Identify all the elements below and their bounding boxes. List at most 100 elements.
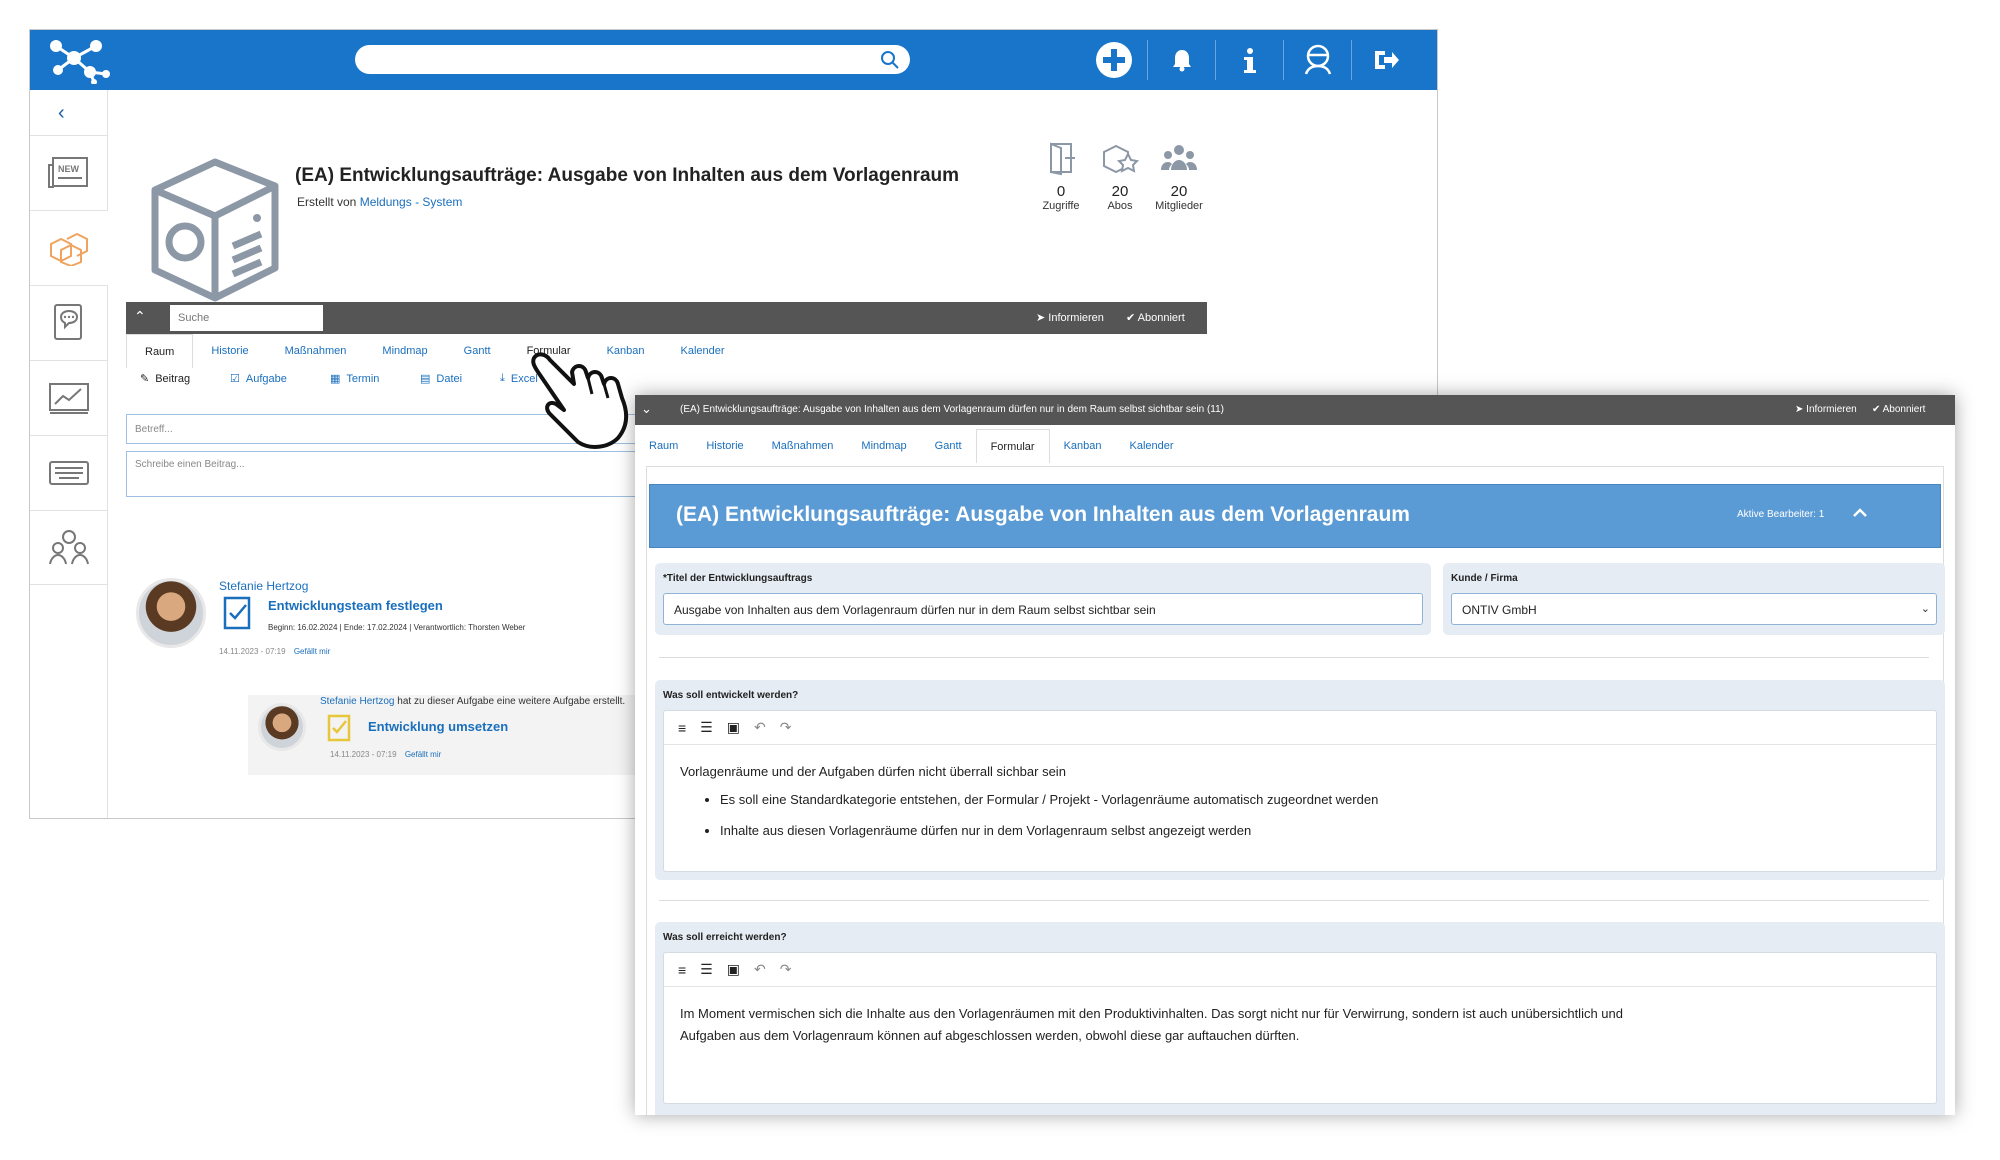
info-icon[interactable] <box>1228 38 1272 82</box>
divider <box>1147 40 1148 80</box>
bell-icon[interactable] <box>1160 38 1204 82</box>
feed-task-title[interactable]: Entwicklungsteam festlegen <box>268 598 443 613</box>
room-toolbar: ⌃ Suche ➤ Informieren ✔ Abonniert <box>126 302 1207 334</box>
bullet-list-icon[interactable]: ☰ <box>700 719 713 736</box>
tab-gantt[interactable]: Gantt <box>921 429 976 463</box>
reply-container <box>248 695 668 775</box>
creator-link[interactable]: Meldungs - System <box>360 195 463 209</box>
post-type-datei[interactable]: ▤ Datei <box>420 372 463 386</box>
post-type-aufgabe[interactable]: ☑ Aufgabe <box>230 372 287 386</box>
room-title: (EA) Entwicklungsaufträge: Ausgabe von I… <box>295 165 960 186</box>
rich-text-editor[interactable]: ≡ ☰ ▣ ↶ ↷ Im Moment vermischen sich die … <box>663 952 1937 1104</box>
redo-icon[interactable]: ↷ <box>780 719 792 736</box>
subscribed-button[interactable]: ✔ Abonniert <box>1126 311 1185 324</box>
stat-label: Mitglieder <box>1155 200 1203 212</box>
door-icon <box>1050 142 1075 176</box>
ordered-list-icon[interactable]: ≡ <box>678 962 686 978</box>
tab-kalender[interactable]: Kalender <box>663 334 743 368</box>
check-icon: ✔ <box>1126 312 1136 324</box>
post-type-beitrag[interactable]: ✎ Beitrag <box>140 372 191 386</box>
post-type-label: Beitrag <box>155 372 191 385</box>
feed-author[interactable]: Stefanie Hertzog <box>219 579 308 593</box>
reply-header: Stefanie Hertzog hat zu dieser Aufgabe e… <box>320 696 625 707</box>
like-button[interactable]: Gefällt mir <box>405 750 441 759</box>
rich-text-editor[interactable]: ≡ ☰ ▣ ↶ ↷ Vorlagenräume und der Aufgaben… <box>663 710 1937 872</box>
front-window: ⌄ (EA) Entwicklungsaufträge: Ausgabe von… <box>635 395 1955 1115</box>
inform-button[interactable]: ➤ Informieren <box>1036 311 1104 324</box>
sidebar-item-reports[interactable] <box>30 360 108 435</box>
stat-value: 20 <box>1170 183 1188 200</box>
sidebar-item-keyboard[interactable] <box>30 435 108 510</box>
divider <box>1283 40 1284 80</box>
like-button[interactable]: Gefällt mir <box>294 647 330 656</box>
svg-text:NEW: NEW <box>58 164 80 174</box>
subscribed-label: Abonniert <box>1137 312 1185 324</box>
sidebar-item-groups[interactable] <box>30 510 108 585</box>
tab-massnahmen[interactable]: Maßnahmen <box>267 334 365 368</box>
network-logo-icon[interactable] <box>44 36 114 84</box>
undo-icon[interactable]: ↶ <box>754 961 766 978</box>
sidebar-item-rooms[interactable] <box>30 210 108 285</box>
search-icon[interactable] <box>880 50 900 70</box>
tab-formular[interactable]: Formular <box>975 429 1050 463</box>
chevron-up-icon[interactable]: ⌃ <box>134 308 146 325</box>
global-search-input[interactable] <box>355 45 910 74</box>
subscribed-button[interactable]: ✔ Abonniert <box>1872 404 1925 415</box>
inform-button[interactable]: ➤ Informieren <box>1795 404 1857 415</box>
task-icon: ☑ <box>230 373 240 385</box>
boxes-icon <box>50 232 88 266</box>
content-bullets: Es soll eine Standardkategorie entstehen… <box>720 789 1378 842</box>
members-icon <box>1161 145 1197 170</box>
user-icon[interactable] <box>1296 38 1340 82</box>
room-box-icon <box>151 158 279 302</box>
sidebar-item-news[interactable]: NEW <box>30 135 108 210</box>
section-label: Was soll erreicht werden? <box>663 932 787 943</box>
avatar[interactable] <box>258 703 306 751</box>
redo-icon[interactable]: ↷ <box>780 961 792 978</box>
chevron-left-icon[interactable]: ‹ <box>58 102 65 125</box>
editor-content: Vorlagenräume und der Aufgaben dürfen ni… <box>680 761 1378 851</box>
time-label: 14.11.2023 - 07:19 <box>219 647 286 656</box>
title-input[interactable]: Ausgabe von Inhalten aus dem Vorlagenrau… <box>663 593 1423 625</box>
tab-mindmap[interactable]: Mindmap <box>364 334 445 368</box>
bullet-item: Es soll eine Standardkategorie entstehen… <box>720 789 1378 811</box>
chevron-up-icon[interactable] <box>1850 503 1870 523</box>
sidebar-item-chat[interactable] <box>30 285 108 360</box>
tab-massnahmen[interactable]: Maßnahmen <box>758 429 848 463</box>
avatar[interactable] <box>136 578 206 648</box>
chevron-down-icon: ⌄ <box>1920 603 1930 615</box>
tab-historie[interactable]: Historie <box>692 429 757 463</box>
tab-kalender[interactable]: Kalender <box>1116 429 1188 463</box>
tab-gantt[interactable]: Gantt <box>446 334 509 368</box>
divider <box>659 657 1929 658</box>
room-tabs: Raum Historie Maßnahmen Mindmap Gantt Fo… <box>126 334 743 368</box>
image-icon[interactable]: ▣ <box>727 719 740 736</box>
image-icon[interactable]: ▣ <box>727 961 740 978</box>
time-label: 14.11.2023 - 07:19 <box>330 750 397 759</box>
active-editors: Aktive Bearbeiter: 1 <box>1737 509 1825 520</box>
created-by-label: Erstellt von <box>297 195 357 209</box>
tab-raum[interactable]: Raum <box>126 334 194 368</box>
post-type-label: Aufgabe <box>245 372 287 385</box>
reply-task-title[interactable]: Entwicklung umsetzen <box>368 719 508 734</box>
divider <box>1351 40 1352 80</box>
tab-mindmap[interactable]: Mindmap <box>847 429 920 463</box>
reply-author[interactable]: Stefanie Hertzog <box>320 696 395 707</box>
post-type-termin[interactable]: ▦ Termin <box>330 372 379 386</box>
room-search-input[interactable]: Suche <box>170 305 323 331</box>
post-body-input[interactable]: Schreibe einen Beitrag... <box>126 451 646 497</box>
inform-label: Informieren <box>1048 312 1104 324</box>
bullet-list-icon[interactable]: ☰ <box>700 961 713 978</box>
feed-task-meta: Beginn: 16.02.2024 | Ende: 17.02.2024 | … <box>268 623 526 632</box>
plus-circle-icon[interactable] <box>1092 38 1136 82</box>
undo-icon[interactable]: ↶ <box>754 719 766 736</box>
tab-kanban[interactable]: Kanban <box>1050 429 1116 463</box>
divider <box>659 900 1929 901</box>
ordered-list-icon[interactable]: ≡ <box>678 720 686 736</box>
tab-historie[interactable]: Historie <box>193 334 266 368</box>
post-type-label: Datei <box>436 372 463 385</box>
calendar-icon: ▦ <box>330 373 341 385</box>
feed-time: 14.11.2023 - 07:19 Gefällt mir <box>219 647 330 656</box>
logout-icon[interactable] <box>1364 38 1408 82</box>
customer-select[interactable]: ONTIV GmbH ⌄ <box>1451 593 1937 625</box>
